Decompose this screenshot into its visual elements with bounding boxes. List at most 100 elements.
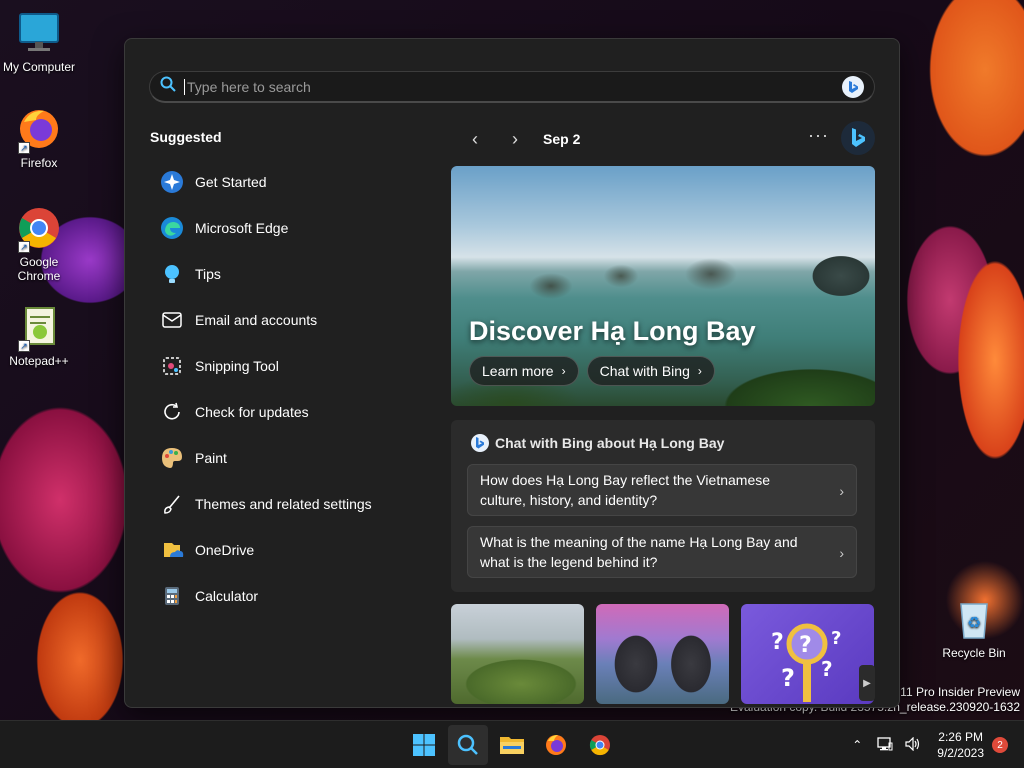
bing-logo-icon[interactable] xyxy=(841,121,875,155)
chevron-right-icon: › xyxy=(561,364,566,378)
suggested-item-get-started[interactable]: Get Started xyxy=(149,159,419,205)
thumbnail-rock-islands[interactable] xyxy=(596,604,729,704)
taskbar-chrome-button[interactable] xyxy=(580,725,620,765)
paint-icon xyxy=(159,445,185,471)
svg-text:?: ? xyxy=(821,657,833,681)
chrome-icon xyxy=(589,735,610,756)
volume-icon[interactable] xyxy=(902,736,924,754)
notification-badge[interactable]: 2 xyxy=(992,737,1008,753)
desktop-icon-label: Google Chrome xyxy=(17,255,61,283)
carousel-next-icon[interactable]: ▶ xyxy=(859,665,875,701)
chat-question-2[interactable]: What is the meaning of the name Hạ Long … xyxy=(467,526,857,578)
desktop-icon-label: Recycle Bin xyxy=(942,646,1006,660)
notepad-plus-plus-icon: ↗ xyxy=(16,304,62,352)
svg-text:?: ? xyxy=(771,630,784,655)
windows-logo-icon xyxy=(413,734,435,756)
search-box[interactable] xyxy=(149,71,875,103)
suggested-item-label: Themes and related settings xyxy=(195,496,372,512)
chevron-right-icon: › xyxy=(839,545,844,561)
suggested-item-label: Microsoft Edge xyxy=(195,220,289,236)
hero-actions: Learn more › Chat with Bing › xyxy=(469,356,715,386)
desktop-icon-firefox[interactable]: ↗ Firefox xyxy=(1,106,77,170)
clock[interactable]: 2:26 PM 9/2/2023 xyxy=(937,729,984,761)
suggested-item-label: Calculator xyxy=(195,588,259,604)
bing-chat-icon[interactable] xyxy=(842,75,864,98)
suggested-item-snipping-tool[interactable]: Snipping Tool xyxy=(149,343,419,389)
suggested-item-paint[interactable]: Paint xyxy=(149,435,419,481)
clock-time: 2:26 PM xyxy=(938,730,983,744)
more-options-icon[interactable]: ··· xyxy=(808,125,829,146)
question-magnifier-icon: ? ? ? ? ? xyxy=(771,623,841,702)
svg-text:♻: ♻ xyxy=(967,613,981,632)
suggested-item-email-accounts[interactable]: Email and accounts xyxy=(149,297,419,343)
desktop-icon-recycle-bin[interactable]: ♻ Recycle Bin xyxy=(936,596,1012,660)
chat-with-bing-button[interactable]: Chat with Bing › xyxy=(586,356,715,386)
bing-chat-card: Chat with Bing about Hạ Long Bay How doe… xyxy=(451,420,875,592)
thumbnail-mountain-landscape[interactable] xyxy=(451,604,584,704)
mail-icon xyxy=(159,307,185,333)
highlight-thumbnails: ? ? ? ? ? xyxy=(451,604,875,704)
text-caret xyxy=(184,78,185,95)
search-panel: Suggested Get Started Microsoft Edge Tip… xyxy=(124,38,900,708)
suggested-item-onedrive[interactable]: OneDrive xyxy=(149,527,419,573)
chat-question-text: How does Hạ Long Bay reflect the Vietnam… xyxy=(480,472,771,508)
suggested-item-label: Check for updates xyxy=(195,404,309,420)
chat-question-text: What is the meaning of the name Hạ Long … xyxy=(480,534,798,570)
tips-icon xyxy=(159,261,185,287)
desktop-icon-label: Firefox xyxy=(20,156,58,170)
suggested-item-check-updates[interactable]: Check for updates xyxy=(149,389,419,435)
clock-date: 9/2/2023 xyxy=(937,746,984,760)
bing-chat-header: Chat with Bing about Hạ Long Bay xyxy=(471,434,724,452)
recycle-bin-icon: ♻ xyxy=(951,596,997,642)
desktop-icon-label: My Computer xyxy=(2,60,76,74)
svg-text:?: ? xyxy=(831,628,841,649)
chevron-up-icon[interactable]: ⌃ xyxy=(846,738,868,752)
chevron-right-icon[interactable]: › xyxy=(495,129,535,150)
suggested-heading: Suggested xyxy=(150,129,222,145)
taskbar-file-explorer-button[interactable] xyxy=(492,725,532,765)
hero-title: Discover Hạ Long Bay xyxy=(469,316,756,346)
highlights-nav: ‹ › Sep 2 ··· xyxy=(455,121,875,155)
chevron-right-icon: › xyxy=(839,483,844,499)
network-icon[interactable] xyxy=(874,736,896,754)
chevron-left-icon[interactable]: ‹ xyxy=(455,129,495,150)
edge-icon xyxy=(159,215,185,241)
folder-icon xyxy=(500,737,524,754)
suggested-item-label: Snipping Tool xyxy=(195,358,279,374)
chat-with-bing-label: Chat with Bing xyxy=(599,363,690,379)
thumbnail-quiz[interactable]: ? ? ? ? ? xyxy=(741,604,874,704)
monitor-icon xyxy=(16,10,62,56)
learn-more-button[interactable]: Learn more › xyxy=(469,356,579,386)
suggested-item-microsoft-edge[interactable]: Microsoft Edge xyxy=(149,205,419,251)
firefox-icon: ↗ xyxy=(16,106,62,154)
taskbar-search-button[interactable] xyxy=(448,725,488,765)
taskbar-apps xyxy=(404,725,620,765)
chat-question-1[interactable]: How does Hạ Long Bay reflect the Vietnam… xyxy=(467,464,857,516)
chrome-icon: ↗ xyxy=(16,205,62,253)
taskbar-firefox-button[interactable] xyxy=(536,725,576,765)
firefox-icon xyxy=(546,735,566,755)
suggested-item-tips[interactable]: Tips xyxy=(149,251,419,297)
suggested-item-label: Email and accounts xyxy=(195,312,318,328)
search-icon xyxy=(457,734,478,755)
suggested-item-calculator[interactable]: Calculator xyxy=(149,573,419,619)
highlights-date: Sep 2 xyxy=(543,131,581,147)
suggested-item-label: Tips xyxy=(195,266,221,282)
svg-text:?: ? xyxy=(781,664,795,692)
suggested-item-themes[interactable]: Themes and related settings xyxy=(149,481,419,527)
desktop-icon-notepad-plus-plus[interactable]: ↗ Notepad++ xyxy=(1,304,77,368)
brush-icon xyxy=(159,491,185,517)
hero-card[interactable]: Discover Hạ Long Bay Learn more › Chat w… xyxy=(451,166,875,406)
learn-more-label: Learn more xyxy=(482,363,554,379)
bing-chat-title: Chat with Bing about Hạ Long Bay xyxy=(495,435,725,451)
svg-text:?: ? xyxy=(799,633,812,658)
search-input[interactable] xyxy=(187,78,842,95)
search-icon xyxy=(160,76,176,97)
start-button[interactable] xyxy=(404,725,444,765)
get-started-icon xyxy=(159,169,185,195)
taskbar: ⌃ 2:26 PM 9/2/2023 2 xyxy=(0,720,1024,768)
desktop-icon-my-computer[interactable]: My Computer xyxy=(1,10,77,74)
desktop-icon-chrome[interactable]: ↗ Google Chrome xyxy=(1,205,77,283)
onedrive-icon xyxy=(159,537,185,563)
snipping-tool-icon xyxy=(159,353,185,379)
